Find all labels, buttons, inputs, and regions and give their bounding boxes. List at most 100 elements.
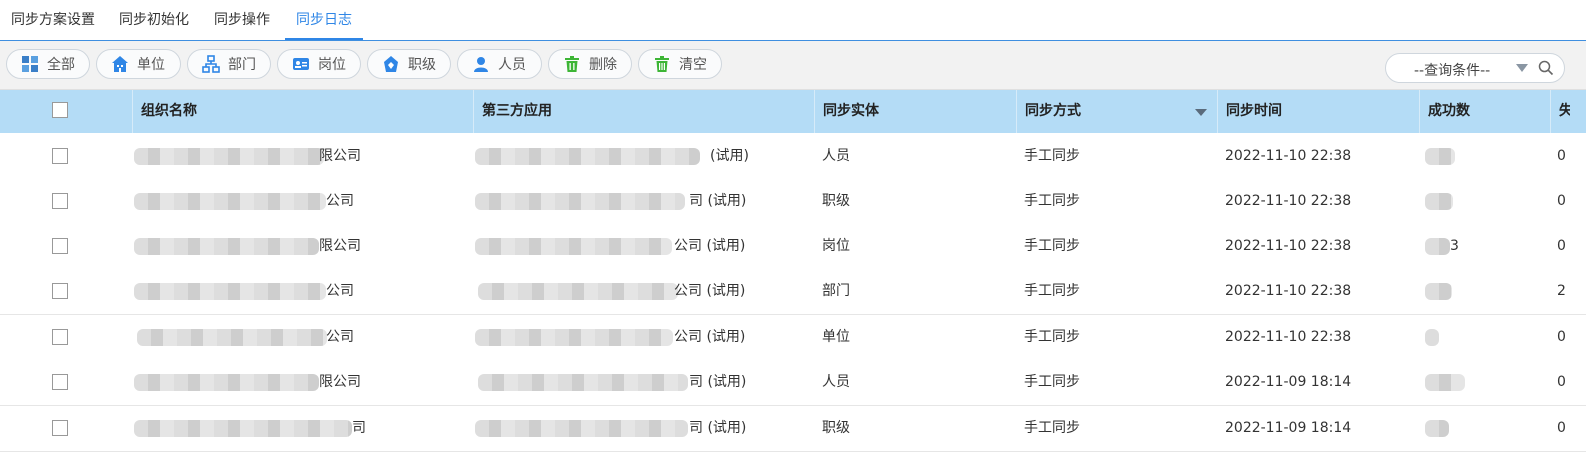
tab-sync-plan-settings[interactable]: 同步方案设置 — [0, 0, 106, 40]
chevron-down-icon[interactable] — [1516, 64, 1528, 72]
column-header-third-party-app[interactable]: 第三方应用 — [473, 90, 814, 133]
personnel-button[interactable]: 人员 — [457, 49, 542, 79]
tab-bar: 同步方案设置 同步初始化 同步操作 同步日志 — [0, 0, 1586, 41]
fail-count-cell: 0 — [1557, 148, 1566, 164]
app-name-visible-suffix: 司 (试用) — [689, 374, 747, 390]
redacted-success-count — [1425, 329, 1439, 346]
unit-button[interactable]: 单位 — [96, 49, 181, 79]
org-name-visible-suffix: 限公司 — [319, 374, 361, 390]
redacted-org-name — [134, 148, 324, 165]
sync-method-cell: 手工同步 — [1024, 283, 1080, 299]
redacted-app-name — [478, 283, 678, 300]
redacted-app-name — [475, 148, 700, 165]
sync-method-cell: 手工同步 — [1024, 148, 1080, 164]
app-name-visible-suffix: (试用) — [710, 148, 749, 164]
redacted-app-name — [478, 374, 688, 391]
app-name-visible-suffix: 司 (试用) — [689, 420, 747, 436]
department-button-label: 部门 — [228, 57, 256, 73]
org-chart-icon — [202, 55, 220, 73]
row-checkbox[interactable] — [52, 420, 68, 436]
org-name-visible-suffix: 限公司 — [319, 148, 361, 164]
table-row[interactable]: 限公司 司 (试用) 人员 手工同步 2022-11-09 18:14 0 — [0, 360, 1586, 406]
redacted-app-name — [475, 329, 673, 346]
column-header-sync-time[interactable]: 同步时间 — [1217, 90, 1419, 133]
redacted-success-count — [1425, 148, 1455, 165]
org-name-visible-suffix: 司 — [352, 420, 366, 436]
table-row[interactable]: 限公司 (试用) 人员 手工同步 2022-11-10 22:38 0 — [0, 134, 1586, 180]
table-header: 组织名称 第三方应用 同步实体 同步方式 同步时间 成功数 失 — [0, 90, 1586, 133]
delete-button[interactable]: 删除 — [548, 49, 632, 79]
row-checkbox[interactable] — [52, 193, 68, 209]
rank-icon — [382, 55, 400, 73]
all-button[interactable]: 全部 — [6, 49, 90, 79]
clear-button-label: 清空 — [679, 57, 707, 73]
department-button[interactable]: 部门 — [187, 49, 271, 79]
unit-button-label: 单位 — [137, 57, 165, 73]
column-header-fail-count[interactable]: 失 — [1550, 90, 1570, 133]
org-name-visible-suffix: 限公司 — [319, 238, 361, 254]
user-icon — [472, 55, 490, 73]
column-header-success-count[interactable]: 成功数 — [1419, 90, 1550, 133]
sync-method-cell: 手工同步 — [1024, 329, 1080, 345]
table-row[interactable]: 公司 公司 (试用) 部门 手工同步 2022-11-10 22:38 2 — [0, 269, 1586, 315]
redacted-success-count — [1425, 238, 1450, 255]
personnel-button-label: 人员 — [498, 57, 526, 73]
redacted-app-name — [475, 238, 672, 255]
redacted-app-name — [475, 420, 688, 437]
sync-time-cell: 2022-11-09 18:14 — [1225, 420, 1352, 436]
org-name-visible-suffix: 公司 — [326, 283, 354, 299]
table-row[interactable]: 公司 公司 (试用) 单位 手工同步 2022-11-10 22:38 0 — [0, 315, 1586, 361]
row-checkbox[interactable] — [52, 374, 68, 390]
search-icon[interactable] — [1538, 60, 1554, 76]
sync-method-cell: 手工同步 — [1024, 193, 1080, 209]
tab-sync-operation[interactable]: 同步操作 — [203, 0, 281, 40]
sync-time-cell: 2022-11-09 18:14 — [1225, 374, 1352, 390]
post-button-label: 岗位 — [318, 57, 346, 73]
filter-dropdown-icon[interactable] — [1195, 109, 1207, 116]
clear-button[interactable]: 清空 — [638, 49, 722, 79]
sync-method-cell: 手工同步 — [1024, 420, 1080, 436]
tab-sync-initialize[interactable]: 同步初始化 — [108, 0, 200, 40]
query-condition-select[interactable]: --查询条件-- — [1385, 53, 1565, 83]
sync-time-cell: 2022-11-10 22:38 — [1225, 238, 1352, 254]
row-checkbox[interactable] — [52, 148, 68, 164]
trash-icon — [563, 55, 581, 73]
column-header-org-name[interactable]: 组织名称 — [132, 90, 473, 133]
column-header-sync-entity[interactable]: 同步实体 — [814, 90, 1016, 133]
redacted-org-name — [137, 329, 327, 346]
app-name-visible-suffix: 公司 (试用) — [674, 238, 746, 254]
rank-button-label: 职级 — [408, 57, 436, 73]
fail-count-cell: 0 — [1557, 238, 1566, 254]
redacted-org-name — [134, 374, 319, 391]
table-row[interactable]: 公司 司 (试用) 职级 手工同步 2022-11-10 22:38 0 — [0, 179, 1586, 225]
rank-button[interactable]: 职级 — [367, 49, 451, 79]
redacted-org-name — [134, 238, 319, 255]
row-checkbox[interactable] — [52, 238, 68, 254]
column-header-sync-method[interactable]: 同步方式 — [1016, 90, 1217, 133]
redacted-success-count — [1425, 283, 1452, 300]
table-row[interactable]: 限公司 公司 (试用) 岗位 手工同步 2022-11-10 22:38 3 0 — [0, 224, 1586, 270]
tab-sync-log[interactable]: 同步日志 — [285, 0, 363, 40]
app-name-visible-suffix: 公司 (试用) — [674, 329, 746, 345]
sync-entity-cell: 岗位 — [822, 238, 850, 254]
sync-time-cell: 2022-11-10 22:38 — [1225, 283, 1352, 299]
row-checkbox[interactable] — [52, 329, 68, 345]
table-row[interactable]: 司 司 (试用) 职级 手工同步 2022-11-09 18:14 0 — [0, 406, 1586, 452]
fail-count-cell: 0 — [1557, 329, 1566, 345]
fail-count-cell: 0 — [1557, 420, 1566, 436]
sync-entity-cell: 人员 — [822, 148, 850, 164]
sync-time-cell: 2022-11-10 22:38 — [1225, 148, 1352, 164]
id-card-icon — [292, 55, 310, 73]
sync-entity-cell: 单位 — [822, 329, 850, 345]
app-name-visible-suffix: 公司 (试用) — [674, 283, 746, 299]
select-all-checkbox[interactable] — [52, 102, 68, 118]
org-name-visible-suffix: 公司 — [326, 329, 354, 345]
sync-entity-cell: 人员 — [822, 374, 850, 390]
org-name-visible-suffix: 公司 — [326, 193, 354, 209]
query-condition-label: --查询条件-- — [1414, 63, 1491, 79]
post-button[interactable]: 岗位 — [277, 49, 361, 79]
row-checkbox[interactable] — [52, 283, 68, 299]
trash-clear-icon — [653, 55, 671, 73]
redacted-success-count — [1425, 374, 1465, 391]
redacted-org-name — [134, 193, 326, 210]
